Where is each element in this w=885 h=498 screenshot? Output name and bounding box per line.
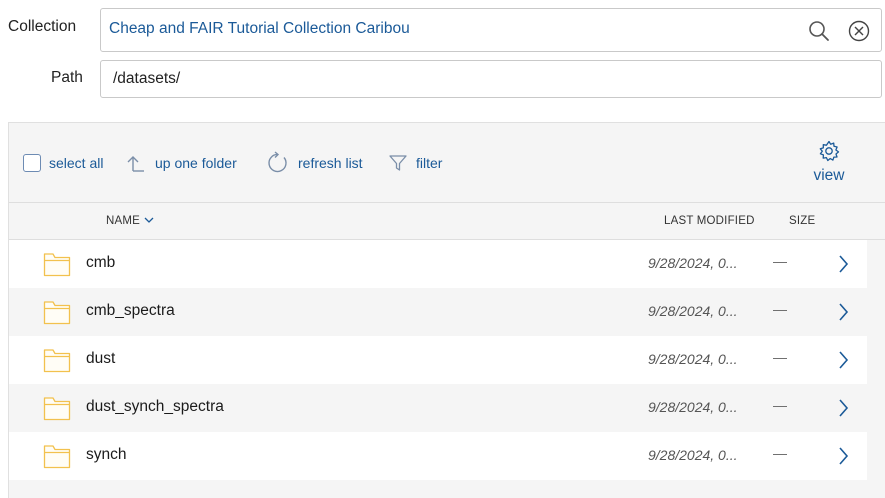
select-all-label[interactable]: select all (49, 155, 103, 171)
item-size: — (773, 397, 787, 413)
column-header-last-modified[interactable]: LAST MODIFIED (664, 215, 755, 227)
item-modified: 9/28/2024, 0... (648, 303, 738, 319)
table-row[interactable]: cmb_spectra 9/28/2024, 0... — (9, 288, 867, 336)
chevron-right-icon[interactable] (837, 254, 849, 279)
up-folder-icon[interactable] (125, 153, 147, 173)
refresh-list-button[interactable]: refresh list (266, 151, 363, 175)
gear-icon[interactable] (804, 139, 854, 163)
filter-label[interactable]: filter (416, 155, 442, 171)
item-name[interactable]: cmb (86, 254, 115, 272)
item-modified: 9/28/2024, 0... (648, 351, 738, 367)
folder-icon (43, 251, 71, 282)
folder-icon (43, 395, 71, 426)
table-row[interactable]: cmb 9/28/2024, 0... — (9, 240, 867, 288)
chevron-right-icon[interactable] (837, 302, 849, 327)
table-header: NAME LAST MODIFIED SIZE (9, 203, 885, 240)
item-size: — (773, 349, 787, 365)
view-label[interactable]: view (804, 167, 854, 185)
item-size: — (773, 301, 787, 317)
path-label: Path (51, 69, 83, 86)
item-name[interactable]: dust_synch_spectra (86, 398, 224, 416)
column-header-name[interactable]: NAME (106, 215, 154, 227)
file-list: cmb 9/28/2024, 0... — cmb_spectra 9/28/2… (9, 240, 867, 480)
filter-button[interactable]: filter (388, 152, 442, 174)
item-name[interactable]: cmb_spectra (86, 302, 175, 320)
select-all-button[interactable]: select all (23, 152, 103, 174)
column-header-name-label[interactable]: NAME (106, 215, 140, 227)
sort-chevron-down-icon[interactable] (144, 215, 154, 227)
table-row[interactable]: dust_synch_spectra 9/28/2024, 0... — (9, 384, 867, 432)
folder-icon (43, 443, 71, 474)
filter-icon[interactable] (388, 153, 408, 173)
collection-label: Collection (8, 18, 77, 35)
toolbar: select all up one folder refresh list fi… (9, 123, 885, 203)
item-modified: 9/28/2024, 0... (648, 399, 738, 415)
up-one-folder-label[interactable]: up one folder (155, 155, 237, 171)
column-header-size[interactable]: SIZE (789, 215, 815, 227)
chevron-right-icon[interactable] (837, 446, 849, 471)
file-browser-panel: select all up one folder refresh list fi… (8, 122, 885, 498)
view-button[interactable]: view (804, 139, 854, 185)
path-field[interactable]: /datasets/ (100, 60, 882, 98)
collection-field[interactable]: Cheap and FAIR Tutorial Collection Carib… (100, 8, 882, 52)
table-row[interactable]: synch 9/28/2024, 0... — (9, 432, 867, 480)
path-value[interactable]: /datasets/ (113, 70, 180, 88)
select-all-checkbox[interactable] (23, 154, 41, 172)
chevron-right-icon[interactable] (837, 350, 849, 375)
item-size: — (773, 445, 787, 461)
chevron-right-icon[interactable] (837, 398, 849, 423)
collection-value[interactable]: Cheap and FAIR Tutorial Collection Carib… (109, 20, 410, 38)
search-icon[interactable] (807, 19, 831, 43)
folder-icon (43, 347, 71, 378)
refresh-icon[interactable] (266, 151, 290, 175)
item-name[interactable]: dust (86, 350, 115, 368)
clear-icon[interactable] (847, 19, 871, 43)
item-modified: 9/28/2024, 0... (648, 255, 738, 271)
refresh-list-label[interactable]: refresh list (298, 155, 363, 171)
item-modified: 9/28/2024, 0... (648, 447, 738, 463)
folder-icon (43, 299, 71, 330)
item-name[interactable]: synch (86, 446, 127, 464)
up-one-folder-button[interactable]: up one folder (125, 152, 237, 174)
item-size: — (773, 253, 787, 269)
table-row[interactable]: dust 9/28/2024, 0... — (9, 336, 867, 384)
